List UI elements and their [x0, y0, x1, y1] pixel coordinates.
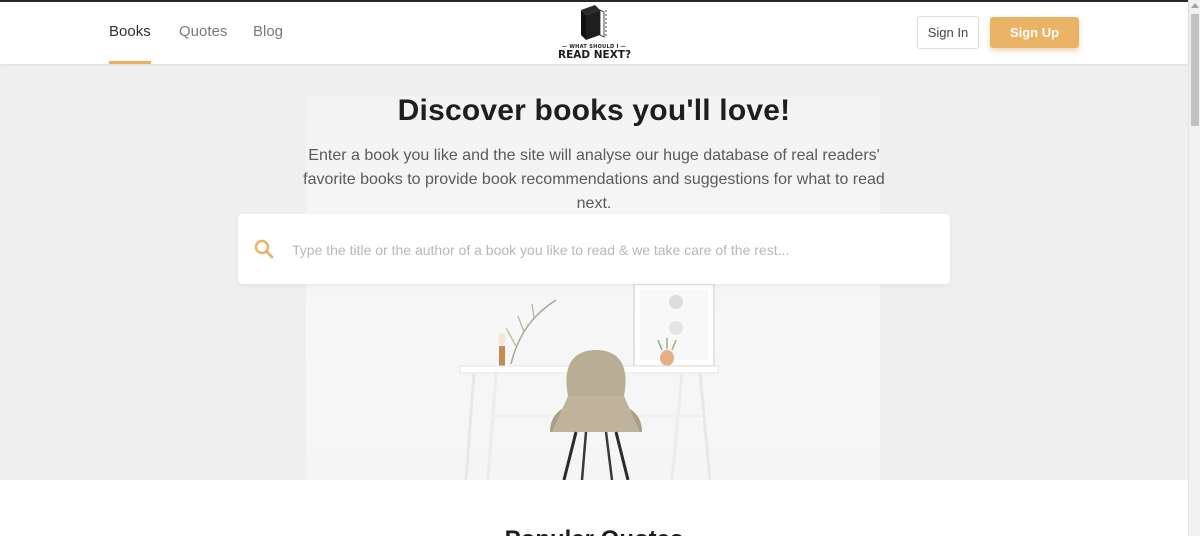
book-logo-icon [581, 5, 607, 40]
hero-subtitle: Enter a book you like and the site will … [303, 147, 885, 212]
nav-active-underline [109, 61, 151, 64]
nav-books[interactable]: Books [109, 2, 151, 64]
nav-blog-label: Blog [253, 23, 284, 40]
nav-books-label: Books [109, 23, 151, 40]
sign-in-button[interactable]: Sign In [917, 16, 979, 49]
logo-wordmark: READ NEXT? [558, 49, 632, 61]
hero-section: Discover books you'll love! Enter a book… [0, 64, 1188, 480]
sign-up-button[interactable]: Sign Up [990, 17, 1079, 48]
search-icon[interactable] [254, 239, 274, 259]
nav-quotes[interactable]: Quotes [179, 2, 227, 62]
section-heading: Popular Quotes [0, 526, 1188, 536]
nav-quotes-label: Quotes [179, 23, 228, 40]
search-box[interactable] [238, 214, 950, 284]
scroll-up-arrow-icon[interactable] [1191, 3, 1199, 8]
hero-title: Discover books you'll love! [397, 94, 791, 127]
nav-blog[interactable]: Blog [253, 2, 283, 62]
site-logo[interactable]: — WHAT SHOULD I — READ NEXT? [558, 4, 632, 62]
scrollbar-thumb[interactable] [1191, 14, 1199, 126]
page: Books Quotes Blog — WHAT SHOULD I — READ… [0, 0, 1200, 536]
page-scrollbar[interactable] [1188, 0, 1200, 536]
popular-section: Popular Quotes [0, 480, 1188, 536]
site-header: Books Quotes Blog — WHAT SHOULD I — READ… [0, 2, 1188, 64]
search-input[interactable] [290, 232, 934, 268]
